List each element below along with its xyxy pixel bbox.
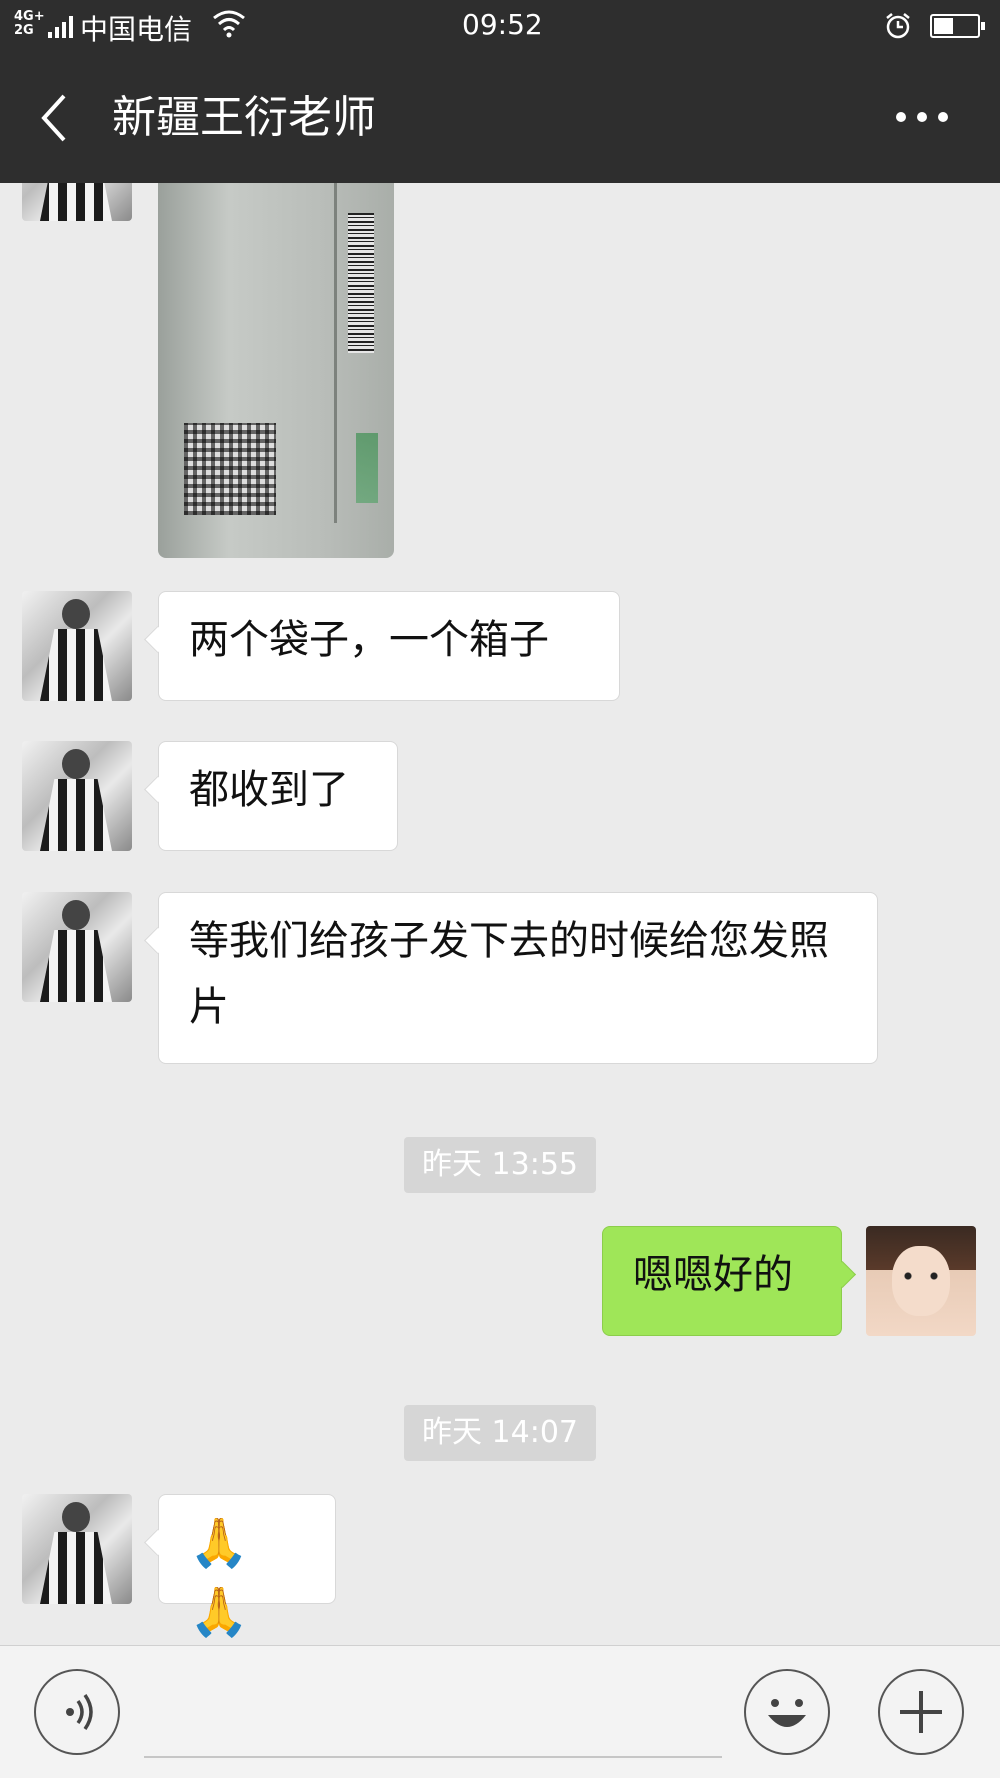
message-bubble[interactable]: 都收到了 — [158, 741, 398, 851]
my-message-bubble[interactable]: 嗯嗯好的 — [602, 1226, 842, 1336]
emoji-icon — [768, 1699, 806, 1727]
message-bubble[interactable]: 两个袋子，一个箱子 — [158, 591, 620, 701]
image-message[interactable] — [158, 183, 394, 558]
message-input[interactable] — [144, 1756, 722, 1758]
message-timestamp: 昨天 14:07 — [404, 1405, 596, 1461]
carrier-name: 中国电信 — [80, 13, 193, 46]
message-list[interactable]: 两个袋子，一个箱子 都收到了 等我们给孩子发下去的时候给您发照片 昨天 13:5… — [0, 183, 1000, 1645]
input-bar — [0, 1645, 1000, 1778]
message-text: 都收到了 — [189, 767, 349, 813]
plus-button[interactable] — [878, 1669, 964, 1755]
post-logo-image — [356, 433, 378, 503]
plus-icon — [900, 1691, 942, 1733]
message-text: 两个袋子，一个箱子 — [189, 617, 549, 663]
battery-icon — [930, 14, 985, 38]
back-arrow-icon[interactable] — [34, 88, 74, 148]
network-type: 4G+ 2G — [14, 9, 45, 38]
alarm-icon — [886, 13, 910, 39]
qr-code-image — [184, 423, 276, 515]
contact-avatar[interactable] — [22, 591, 132, 701]
barcode-image — [348, 213, 374, 353]
my-avatar[interactable] — [866, 1226, 976, 1336]
signal-icon — [48, 16, 74, 38]
more-dots-icon[interactable] — [894, 104, 950, 128]
wifi-icon — [213, 10, 245, 38]
contact-avatar[interactable] — [22, 892, 132, 1002]
chat-header: 新疆王衍老师 — [0, 52, 1000, 183]
emoji-button[interactable] — [744, 1669, 830, 1755]
clock: 09:52 — [462, 8, 543, 41]
emoji-message-text: 🙏🙏 — [189, 1515, 249, 1640]
voice-icon — [66, 1693, 93, 1731]
message-bubble[interactable]: 🙏🙏 — [158, 1494, 336, 1640]
contact-avatar[interactable] — [22, 1494, 132, 1604]
contact-avatar[interactable] — [22, 741, 132, 851]
message-bubble[interactable]: 等我们给孩子发下去的时候给您发照片 — [158, 892, 878, 1064]
voice-button[interactable] — [34, 1669, 120, 1755]
message-text: 等我们给孩子发下去的时候给您发照片 — [189, 918, 829, 1030]
chat-title: 新疆王衍老师 — [112, 92, 376, 143]
contact-avatar[interactable] — [22, 183, 132, 221]
message-timestamp: 昨天 13:55 — [404, 1137, 596, 1193]
message-text: 嗯嗯好的 — [633, 1252, 793, 1298]
status-bar: 4G+ 2G 中国电信 09:52 — [0, 0, 1000, 52]
